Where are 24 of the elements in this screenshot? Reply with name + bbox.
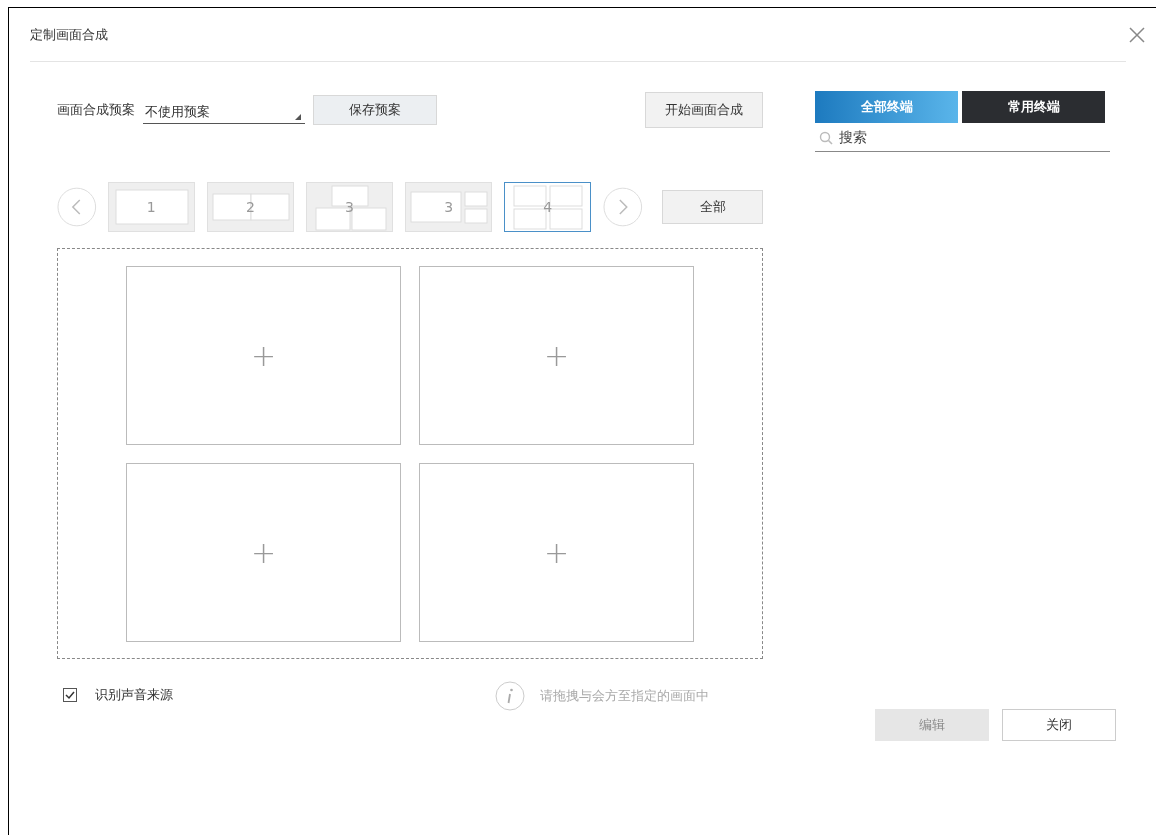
checkbox[interactable] — [63, 688, 77, 702]
start-composition-button[interactable]: 开始画面合成 — [645, 92, 763, 128]
save-preset-button[interactable]: 保存预案 — [313, 95, 437, 125]
layout-option[interactable]: 3 — [405, 182, 493, 232]
preset-select[interactable]: 不使用预案 — [143, 100, 305, 124]
add-cell[interactable]: + — [126, 462, 401, 642]
close-button[interactable]: 关闭 — [1002, 709, 1116, 741]
terminal-tab[interactable]: 全部终端 — [815, 91, 958, 123]
add-cell[interactable]: + — [419, 265, 694, 445]
info-icon — [495, 681, 525, 711]
close-icon[interactable] — [1128, 26, 1146, 44]
preset-label: 画面合成预案 — [57, 101, 135, 119]
all-button[interactable]: 全部 — [662, 190, 763, 224]
layout-option[interactable]: 2 — [206, 182, 294, 232]
window-title: 定制画面合成 — [30, 25, 108, 44]
checkbox-label: 识别声音来源 — [95, 686, 173, 704]
add-cell[interactable]: + — [126, 265, 401, 445]
hint-text: 请拖拽与会方至指定的画面中 — [540, 687, 709, 705]
layout-option[interactable]: 4 — [504, 182, 592, 232]
dropdown-arrow-icon — [295, 114, 301, 120]
add-cell[interactable]: + — [419, 462, 694, 642]
layout-option[interactable]: 1 — [107, 182, 195, 232]
layout-option[interactable]: 3 — [305, 182, 394, 232]
terminal-tab[interactable]: 常用终端 — [962, 91, 1105, 123]
